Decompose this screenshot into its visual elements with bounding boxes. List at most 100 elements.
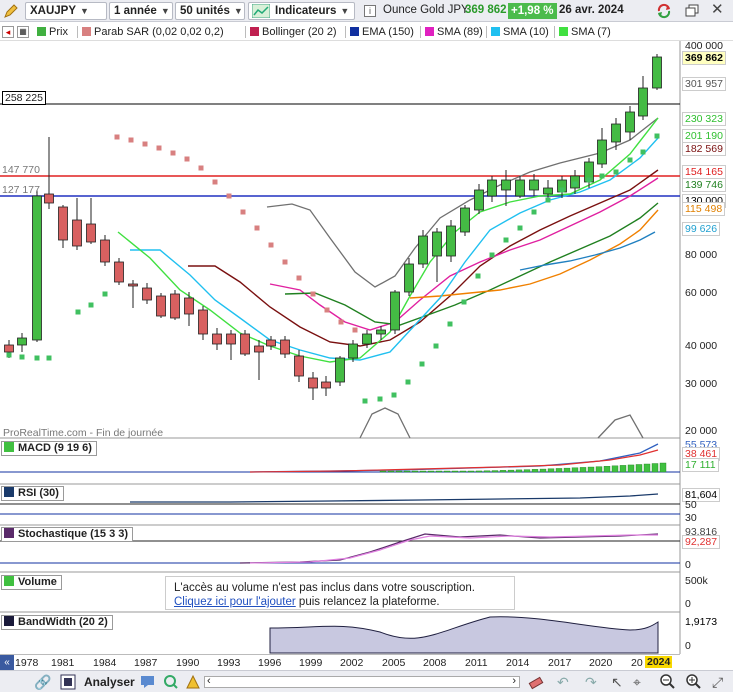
color-swatch [491, 27, 500, 36]
parabolic-sar-dot [310, 291, 316, 297]
parabolic-sar-dot [75, 309, 81, 315]
candle [184, 297, 194, 315]
time-axis-label: 2011 [465, 657, 488, 669]
parabolic-sar-dot [296, 275, 302, 281]
undo-icon[interactable]: ↶ [557, 674, 569, 690]
time-axis[interactable]: « 1978 1981 1984 1987 1990 1993 1996 1999 2002 20… [0, 654, 680, 670]
candle [44, 193, 54, 204]
legend-item[interactable]: SMA (89) [425, 25, 483, 39]
symbol-selector[interactable]: XAUJPY ▼ [25, 2, 107, 20]
candle [156, 295, 166, 317]
macd-histogram-bar [523, 469, 531, 473]
period-text: 1 année [114, 5, 157, 17]
price-axis-label: 20 000 [685, 425, 718, 437]
legend-item[interactable]: SMA (7) [559, 25, 611, 39]
macd-histogram-bar [387, 470, 395, 473]
scroll-right-arrow-icon[interactable]: › [512, 675, 516, 687]
symbol-text: XAUJPY [30, 5, 77, 17]
alert-icon[interactable] [185, 674, 201, 693]
indicators-button[interactable]: Indicateurs ▼ [248, 2, 355, 20]
legend-item[interactable]: Prix [37, 25, 68, 39]
analyser-icon[interactable] [60, 674, 76, 693]
settings-grid-icon[interactable]: ▦ [17, 26, 29, 38]
time-axis-label: 1990 [176, 657, 200, 669]
arrow-left-icon[interactable]: ◂ [2, 26, 14, 38]
scroll-left-arrow-icon[interactable]: ‹ [207, 675, 211, 687]
notice-link[interactable]: Cliquez ici pour l'ajouter [174, 596, 296, 608]
indicators-text: Indicateurs [275, 5, 337, 17]
hline-label-blue: 127 177 [2, 184, 40, 196]
macd-histogram-bar [619, 465, 627, 473]
analyser-button[interactable]: Analyser [84, 675, 135, 689]
color-swatch [82, 27, 91, 36]
restore-window-icon[interactable] [685, 4, 699, 18]
scroll-left-icon[interactable]: « [0, 655, 14, 670]
legend-item[interactable]: Parab SAR (0,02 0,02 0,2) [82, 25, 224, 39]
rsi-panel-title[interactable]: RSI (30) [1, 486, 64, 501]
stoch-value-2: 92,287 [682, 535, 721, 549]
link-icon[interactable]: 🔗 [34, 674, 51, 690]
parabolic-sar-dot [572, 181, 578, 187]
change-badge: +1,98 % [508, 3, 557, 19]
horizontal-scrollbar[interactable]: ‹ › [204, 675, 520, 688]
date-label: 26 avr. 2024 [559, 4, 624, 16]
redo-icon[interactable]: ↷ [585, 674, 597, 690]
eraser-icon[interactable] [528, 674, 544, 693]
bandwidth-value-1: 1,9173 [685, 616, 718, 628]
stoch-title-text: Stochastique (15 3 3) [18, 528, 129, 540]
candle [280, 339, 290, 355]
macd-value-3: 17 111 [682, 458, 719, 472]
hline-label-red: 147 770 [2, 164, 40, 176]
candle [652, 56, 662, 89]
scanner-icon[interactable] [163, 674, 179, 693]
expand-icon[interactable]: ⤢ [712, 674, 723, 690]
zoom-in-icon[interactable] [660, 674, 676, 693]
period-selector[interactable]: 1 année ▼ [109, 2, 173, 20]
color-swatch [425, 27, 434, 36]
candle [226, 333, 236, 345]
parabolic-sar-dot [338, 319, 344, 325]
legend-item[interactable]: Bollinger (20 2) [250, 25, 337, 39]
stoch-panel-title[interactable]: Stochastique (15 3 3) [1, 527, 134, 542]
chat-icon[interactable] [140, 674, 156, 693]
sma-line-green [284, 202, 659, 326]
legend-label: Bollinger (20 2) [262, 26, 337, 38]
parabolic-sar-dot [268, 242, 274, 248]
refresh-icon[interactable] [655, 2, 673, 20]
candle [474, 189, 484, 211]
cursor-icon[interactable]: ↖ [611, 674, 623, 690]
candle [321, 381, 331, 389]
parabolic-sar-dot [352, 327, 358, 333]
candle [294, 355, 304, 377]
info-icon[interactable]: i [364, 5, 376, 17]
units-selector[interactable]: 50 unités ▼ [175, 2, 245, 20]
color-swatch [37, 27, 46, 36]
macd-histogram-bar [419, 470, 427, 473]
pencil-icon[interactable] [3, 3, 19, 19]
candle [254, 345, 264, 353]
zoom-out-icon[interactable] [686, 674, 702, 693]
candle [308, 377, 318, 389]
candle [432, 231, 442, 257]
macd-panel-title[interactable]: MACD (9 19 6) [1, 441, 97, 456]
parabolic-sar-dot [447, 321, 453, 327]
parabolic-sar-dot [531, 209, 537, 215]
legend-label: SMA (89) [437, 26, 483, 38]
price-tag: 115 498 [682, 202, 726, 216]
parabolic-sar-dot [212, 179, 218, 185]
time-axis-label: 20 [631, 657, 643, 669]
close-icon[interactable]: ✕ [711, 2, 725, 17]
legend-item[interactable]: EMA (150) [350, 25, 414, 39]
macd-histogram-bar [659, 462, 667, 473]
bandwidth-panel-title[interactable]: BandWidth (20 2) [1, 615, 113, 630]
crosshair-icon[interactable]: ⌖ [633, 674, 641, 690]
candle [376, 329, 386, 335]
color-swatch [350, 27, 359, 36]
volume-panel-title[interactable]: Volume [1, 575, 62, 590]
time-axis-label: 1984 [93, 657, 117, 669]
chevron-down-icon: ▼ [80, 6, 89, 16]
legend-item[interactable]: SMA (10) [491, 25, 549, 39]
parabolic-sar-dot [461, 299, 467, 305]
time-axis-label: 1993 [217, 657, 241, 669]
chart-canvas[interactable] [0, 41, 733, 654]
